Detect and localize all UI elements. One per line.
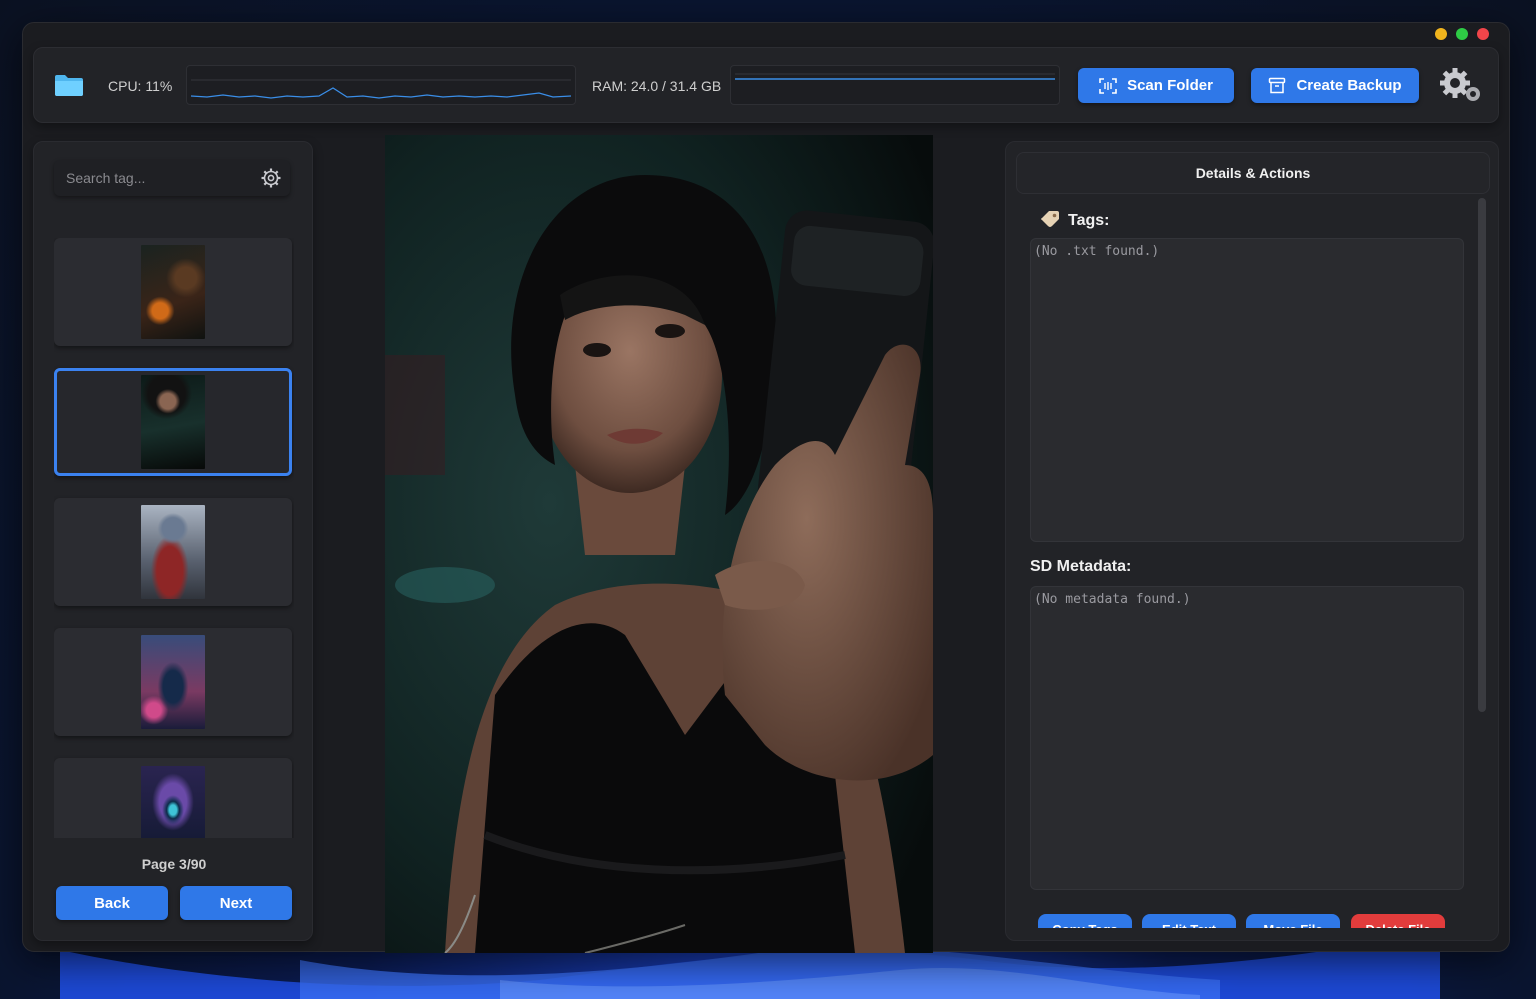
thumbnail-image — [141, 245, 205, 339]
cpu-usage-label: CPU: 11% — [108, 78, 173, 94]
close-button[interactable] — [1477, 28, 1489, 40]
maximize-button[interactable] — [1456, 28, 1468, 40]
details-header: Details & Actions — [1016, 152, 1490, 194]
details-panel: Details & Actions Tags: (No .txt found.)… — [1005, 141, 1499, 941]
minimize-button[interactable] — [1435, 28, 1447, 40]
thumbnail-item[interactable] — [54, 758, 292, 838]
search-placeholder: Search tag... — [66, 170, 146, 186]
thumbnail-image — [141, 635, 205, 729]
scan-folder-label: Scan Folder — [1127, 77, 1213, 94]
copy-tags-button[interactable]: Copy Tags — [1038, 914, 1132, 928]
gears-icon[interactable] — [1437, 66, 1485, 106]
back-button[interactable]: Back — [56, 886, 168, 920]
archive-icon — [1269, 77, 1286, 94]
thumbnail-item[interactable] — [54, 238, 292, 346]
tag-icon — [1041, 211, 1059, 227]
tags-textbox[interactable]: (No .txt found.) — [1030, 238, 1464, 542]
thumbnail-image — [141, 505, 205, 599]
image-preview — [385, 135, 933, 953]
thumbnail-image — [141, 766, 205, 838]
tags-label: Tags: — [1068, 212, 1110, 229]
ram-usage-graph — [730, 65, 1060, 105]
create-backup-label: Create Backup — [1296, 77, 1402, 94]
scan-icon — [1099, 77, 1117, 94]
thumbnail-item[interactable] — [54, 628, 292, 736]
scan-folder-button[interactable]: Scan Folder — [1078, 68, 1234, 103]
create-backup-button[interactable]: Create Backup — [1251, 68, 1419, 103]
page-indicator: Page 3/90 — [141, 856, 207, 872]
app-window: CPU: 11% RAM: 24.0 / 31.4 GB Scan Folder — [22, 22, 1510, 953]
gear-icon[interactable] — [260, 167, 282, 189]
edit-text-button[interactable]: Edit Text — [1142, 914, 1236, 928]
delete-file-button[interactable]: Delete File — [1351, 914, 1445, 928]
thumbnail-sidebar: Search tag... Page 3/90 Back Next — [33, 141, 313, 941]
thumbnail-image — [141, 375, 205, 469]
search-input[interactable]: Search tag... — [54, 160, 290, 196]
next-button[interactable]: Next — [180, 886, 292, 920]
thumbnail-item-selected[interactable] — [54, 368, 292, 476]
ram-usage-label: RAM: 24.0 / 31.4 GB — [592, 78, 722, 94]
thumbnail-item[interactable] — [54, 498, 292, 606]
thumbnail-list[interactable] — [54, 238, 294, 838]
metadata-label: SD Metadata: — [1030, 558, 1132, 575]
folder-icon[interactable] — [54, 73, 84, 97]
action-buttons-row: Copy Tags Edit Text Move File Delete Fil… — [1030, 910, 1470, 928]
toolbar: CPU: 11% RAM: 24.0 / 31.4 GB Scan Folder — [33, 47, 1499, 123]
details-scrollbar[interactable] — [1478, 198, 1486, 712]
window-controls — [1435, 28, 1489, 40]
cpu-usage-graph — [186, 65, 576, 105]
metadata-textbox[interactable]: (No metadata found.) — [1030, 586, 1464, 890]
move-file-button[interactable]: Move File — [1246, 914, 1340, 928]
